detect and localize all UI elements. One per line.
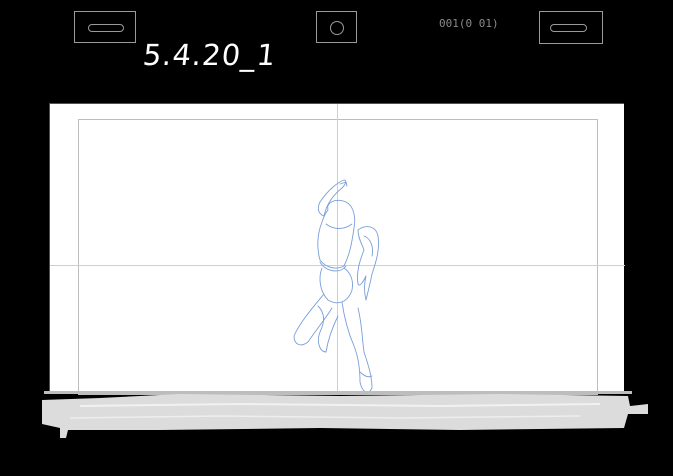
peg-hole-icon — [330, 21, 344, 35]
animation-canvas-screen: 001(0 01) 5.4.20_1 — [0, 0, 673, 476]
paper-bottom-tape — [42, 391, 648, 438]
sketch-leg-bent — [293, 293, 333, 346]
scene-label: 5.4.20_1 — [141, 38, 278, 72]
left-peg-guide — [74, 11, 136, 43]
peg-slot-icon — [88, 24, 124, 32]
sketch-arm-down — [357, 226, 379, 301]
sketch-torso — [317, 199, 356, 269]
sketch-arm-raised — [317, 179, 347, 217]
sketch-hips — [319, 267, 353, 304]
sketch-leg-straight — [341, 301, 373, 393]
center-peg-guide — [316, 11, 357, 43]
figure-sketch — [293, 179, 379, 393]
frame-counter: 001(0 01) — [439, 17, 499, 30]
peg-slot-icon — [550, 24, 587, 32]
right-peg-guide — [539, 11, 603, 44]
